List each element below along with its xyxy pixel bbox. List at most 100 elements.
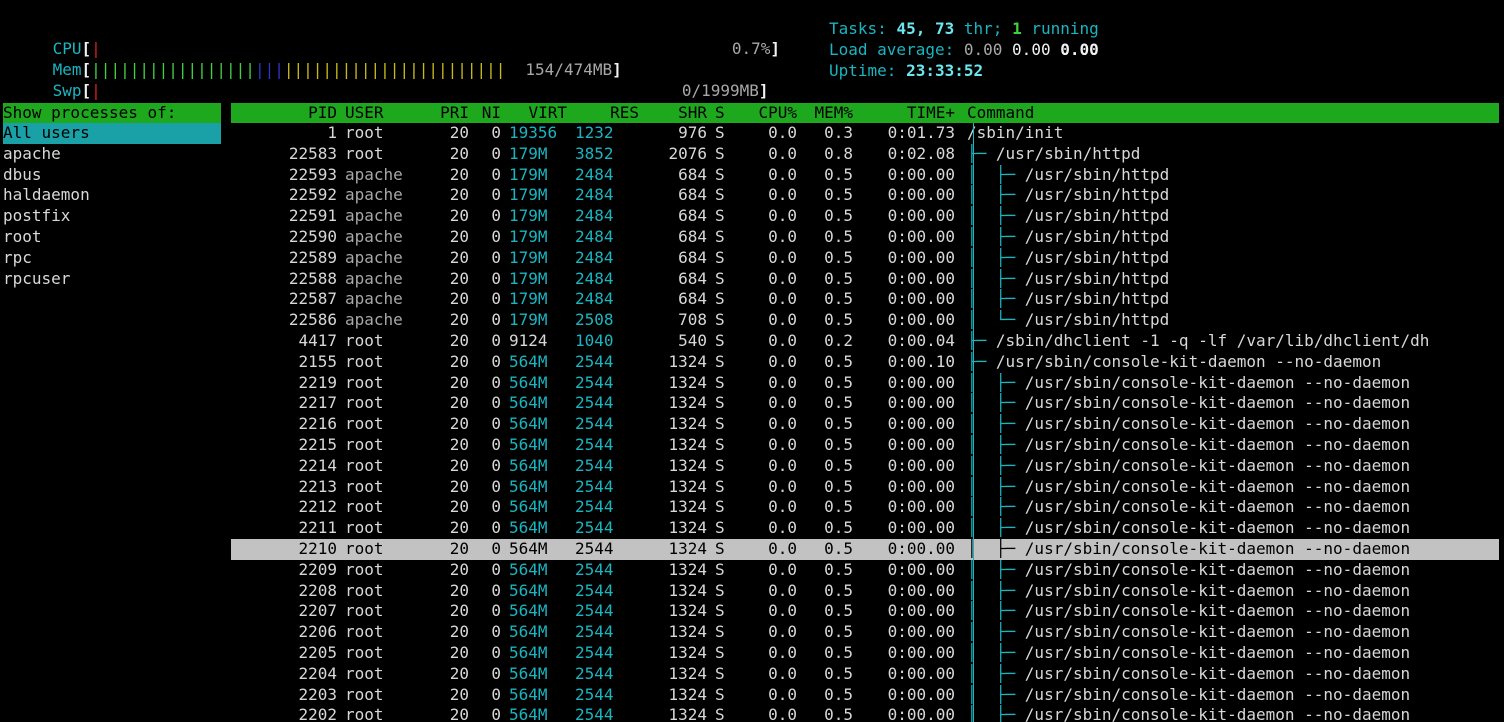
- table-row[interactable]: 22589 apache 20 0 179M 2484 684 S 0.0 0.5 0:00.00 │…: [231, 248, 1499, 269]
- table-row[interactable]: 2155 root 20 0 564M 2544 1324 S 0.0 0.5 0:00.10 ├─ …: [231, 352, 1499, 373]
- col-user[interactable]: USER: [345, 103, 425, 123]
- cell-time: 0:00.00: [887, 226, 955, 246]
- table-row[interactable]: 2205 root 20 0 564M 2544 1324 S 0.0 0.5 0:00.00 │ ├…: [231, 643, 1499, 664]
- table-row[interactable]: 22587 apache 20 0 179M 2484 684 S 0.0 0.5 0:00.00 │…: [231, 289, 1499, 310]
- cell-user: root: [345, 518, 384, 538]
- cell-time: 0:00.00: [887, 372, 955, 392]
- user-filter-item[interactable]: rpc: [3, 248, 221, 269]
- cell-mem: 0.5: [824, 393, 853, 413]
- swap-meter: Swp[| 0/1999MB]: [3, 61, 769, 100]
- tree-branch: │ ├─: [967, 518, 1025, 538]
- cell-state: S: [715, 393, 725, 413]
- table-row[interactable]: 2212 root 20 0 564M 2544 1324 S 0.0 0.5 0:00.00 │ ├…: [231, 497, 1499, 518]
- user-filter-item[interactable]: rpcuser: [3, 269, 221, 290]
- cell-virt: 179M: [509, 247, 548, 267]
- table-row[interactable]: 2206 root 20 0 564M 2544 1324 S 0.0 0.5 0:00.00 │ ├…: [231, 622, 1499, 643]
- cell-state: S: [715, 538, 725, 558]
- cell-shr: 1324: [668, 414, 707, 434]
- col-res[interactable]: RES: [575, 103, 639, 123]
- cell-pri: 20: [449, 601, 469, 621]
- tree-branch: │ ├─: [967, 455, 1025, 475]
- table-row[interactable]: 2207 root 20 0 564M 2544 1324 S 0.0 0.5 0:00.00 │ ├…: [231, 601, 1499, 622]
- tree-branch: │ ├─: [967, 497, 1025, 517]
- cell-state: S: [715, 330, 725, 350]
- table-row[interactable]: 22583 root 20 0 179M 3852 2076 S 0.0 0.8 0:02.08 ├─…: [231, 144, 1499, 165]
- cell-pri: 20: [449, 434, 469, 454]
- tree-branch: │ ├─: [967, 663, 1025, 683]
- col-mem[interactable]: MEM%: [805, 103, 853, 123]
- user-filter-item[interactable]: postfix: [3, 206, 221, 227]
- cell-mem: 0.5: [824, 247, 853, 267]
- table-row[interactable]: 2211 root 20 0 564M 2544 1324 S 0.0 0.5 0:00.00 │ ├…: [231, 518, 1499, 539]
- col-shr[interactable]: SHR: [651, 103, 707, 123]
- cell-pid: 2215: [298, 434, 337, 454]
- table-row[interactable]: 22592 apache 20 0 179M 2484 684 S 0.0 0.5 0:00.00 │…: [231, 185, 1499, 206]
- col-ni[interactable]: NI: [479, 103, 501, 123]
- cell-res: 2544: [575, 497, 614, 517]
- cell-state: S: [715, 663, 725, 683]
- cell-pid: 2217: [298, 393, 337, 413]
- user-filter-item[interactable]: root: [3, 227, 221, 248]
- cell-virt: 564M: [509, 393, 548, 413]
- table-row[interactable]: 4417 root 20 0 9124 1040 540 S 0.0 0.2 0:00.04 ├─ /…: [231, 331, 1499, 352]
- cell-pri: 20: [449, 414, 469, 434]
- cell-ni: 0: [491, 414, 501, 434]
- table-row[interactable]: 2204 root 20 0 564M 2544 1324 S 0.0 0.5 0:00.00 │ ├…: [231, 664, 1499, 685]
- user-filter-item[interactable]: All users: [3, 123, 221, 144]
- tree-branch: │ ├─: [967, 434, 1025, 454]
- cell-shr: 684: [678, 206, 707, 226]
- table-row[interactable]: 1 root 20 0 19356 1232 976 S 0.0 0.3 0:01.73/sbin/…: [231, 123, 1499, 144]
- table-row[interactable]: 2216 root 20 0 564M 2544 1324 S 0.0 0.5 0:00.00 │ ├…: [231, 414, 1499, 435]
- table-row[interactable]: 2209 root 20 0 564M 2544 1324 S 0.0 0.5 0:00.00 │ ├…: [231, 560, 1499, 581]
- user-filter-item[interactable]: dbus: [3, 165, 221, 186]
- table-row[interactable]: 22591 apache 20 0 179M 2484 684 S 0.0 0.5 0:00.00 │…: [231, 206, 1499, 227]
- col-command[interactable]: Command: [967, 103, 1499, 123]
- cell-pri: 20: [449, 538, 469, 558]
- cell-virt: 179M: [509, 289, 548, 309]
- cell-shr: 684: [678, 289, 707, 309]
- cell-command: │ ├─ /usr/sbin/console-kit-daemon --no-d…: [967, 497, 1499, 518]
- col-time[interactable]: TIME+: [863, 103, 955, 123]
- cell-shr: 1324: [668, 622, 707, 642]
- cell-pid: 2203: [298, 684, 337, 704]
- cell-ni: 0: [491, 538, 501, 558]
- table-row[interactable]: 2208 root 20 0 564M 2544 1324 S 0.0 0.5 0:00.00 │ ├…: [231, 581, 1499, 602]
- table-row[interactable]: 2215 root 20 0 564M 2544 1324 S 0.0 0.5 0:00.00 │ ├…: [231, 435, 1499, 456]
- col-state[interactable]: S: [715, 103, 729, 123]
- table-row[interactable]: 2202 root 20 0 564M 2544 1324 S 0.0 0.5 0:00.00 │ ├…: [231, 705, 1499, 722]
- tree-branch: │ ├─: [967, 226, 1025, 246]
- table-row[interactable]: 22586 apache 20 0 179M 2508 708 S 0.0 0.5 0:00.00 │…: [231, 310, 1499, 331]
- table-row[interactable]: 2219 root 20 0 564M 2544 1324 S 0.0 0.5 0:00.00 │ ├…: [231, 373, 1499, 394]
- cell-ni: 0: [491, 330, 501, 350]
- cell-state: S: [715, 226, 725, 246]
- cell-res: 2544: [575, 476, 614, 496]
- cell-virt: 564M: [509, 705, 548, 722]
- user-filter-item[interactable]: apache: [3, 144, 221, 165]
- table-row[interactable]: 2217 root 20 0 564M 2544 1324 S 0.0 0.5 0:00.00 │ ├…: [231, 393, 1499, 414]
- cell-mem: 0.5: [824, 310, 853, 330]
- cell-time: 0:00.00: [887, 476, 955, 496]
- cell-shr: 684: [678, 268, 707, 288]
- cell-state: S: [715, 559, 725, 579]
- cell-mem: 0.5: [824, 538, 853, 558]
- cell-command: │ ├─ /usr/sbin/console-kit-daemon --no-d…: [967, 560, 1499, 581]
- table-row[interactable]: 2203 root 20 0 564M 2544 1324 S 0.0 0.5 0:00.00 │ ├…: [231, 685, 1499, 706]
- col-pid[interactable]: PID: [231, 103, 337, 123]
- col-cpu[interactable]: CPU%: [749, 103, 797, 123]
- command-text: /sbin/dhclient -1 -q -lf /var/lib/dhclie…: [995, 330, 1430, 350]
- cell-virt: 564M: [509, 518, 548, 538]
- col-virt[interactable]: VIRT: [509, 103, 567, 123]
- col-pri[interactable]: PRI: [431, 103, 469, 123]
- table-row[interactable]: 22588 apache 20 0 179M 2484 684 S 0.0 0.5 0:00.00 │…: [231, 269, 1499, 290]
- cell-shr: 1324: [668, 580, 707, 600]
- tasks-summary: Tasks: 45, 73 thr; 1 running: [829, 19, 1099, 38]
- cell-pri: 20: [449, 206, 469, 226]
- table-row[interactable]: 2210 root 20 0 564M 2544 1324 S 0.0 0.5 0:00.00 │ ├…: [231, 538, 1499, 560]
- cell-cpu: 0.0: [768, 705, 797, 722]
- cell-virt: 564M: [509, 580, 548, 600]
- table-row[interactable]: 2214 root 20 0 564M 2544 1324 S 0.0 0.5 0:00.00 │ ├…: [231, 456, 1499, 477]
- table-row[interactable]: 2213 root 20 0 564M 2544 1324 S 0.0 0.5 0:00.00 │ ├…: [231, 477, 1499, 498]
- table-row[interactable]: 22590 apache 20 0 179M 2484 684 S 0.0 0.5 0:00.00 │…: [231, 227, 1499, 248]
- user-filter-item[interactable]: haldaemon: [3, 185, 221, 206]
- table-row[interactable]: 22593 apache 20 0 179M 2484 684 S 0.0 0.5 0:00.00 │…: [231, 165, 1499, 186]
